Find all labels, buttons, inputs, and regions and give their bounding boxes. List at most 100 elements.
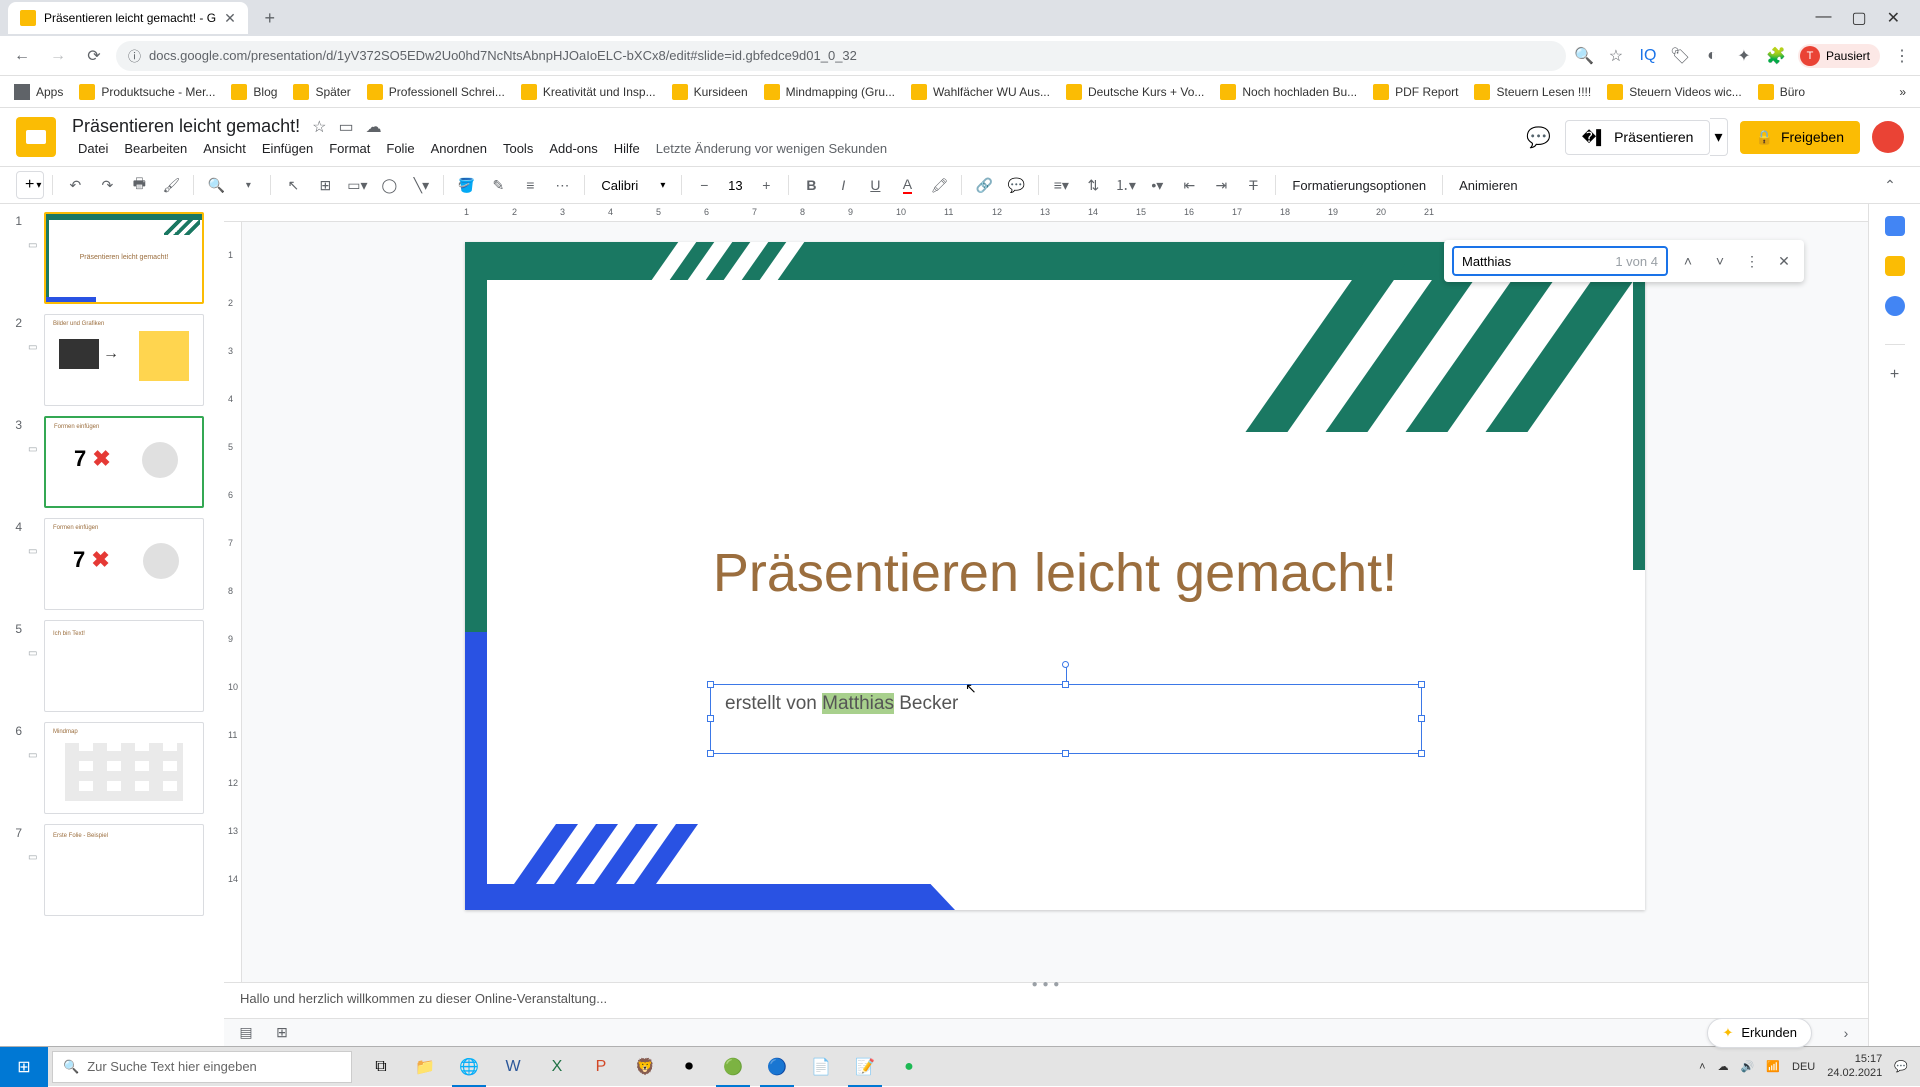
move-icon[interactable]: ▭	[338, 117, 353, 137]
bold-button[interactable]: B	[797, 171, 825, 199]
edge-icon[interactable]: 🔵	[756, 1047, 798, 1087]
menu-tools[interactable]: Tools	[497, 139, 539, 158]
menu-arrange[interactable]: Anordnen	[425, 139, 493, 158]
font-family-select[interactable]: Calibri▾	[593, 178, 673, 193]
bookmark-item[interactable]: Kreativität und Insp...	[515, 80, 662, 104]
image-tool[interactable]: ▭▾	[343, 171, 371, 199]
subtitle-text[interactable]: erstellt von Matthias Becker	[711, 685, 1421, 723]
obs-icon[interactable]: ⏺	[668, 1047, 710, 1087]
slide-thumbnail-1[interactable]: Präsentieren leicht gemacht!	[44, 212, 204, 304]
highlight-button[interactable]: 🖍	[925, 171, 953, 199]
zoom-button[interactable]: 🔍	[202, 171, 230, 199]
close-window-icon[interactable]: ✕	[1887, 8, 1900, 28]
bullet-list-button[interactable]: •▾	[1143, 171, 1171, 199]
text-color-button[interactable]: A	[893, 171, 921, 199]
filmstrip-view-icon[interactable]: ▤	[236, 1023, 256, 1043]
volume-icon[interactable]: 🔊	[1741, 1060, 1755, 1073]
browser-tab[interactable]: Präsentieren leicht gemacht! - G ✕	[8, 2, 248, 34]
account-avatar[interactable]	[1872, 121, 1904, 153]
rotate-handle[interactable]	[1062, 661, 1069, 668]
find-prev-button[interactable]: ˄	[1676, 249, 1700, 273]
zoom-icon[interactable]: 🔍	[1574, 46, 1594, 66]
redo-button[interactable]: ↷	[93, 171, 121, 199]
resize-handle[interactable]	[1418, 681, 1425, 688]
font-size-input[interactable]	[720, 178, 750, 193]
animate-button[interactable]: Animieren	[1451, 178, 1526, 193]
selected-textbox[interactable]: erstellt von Matthias Becker	[710, 684, 1422, 754]
add-addon-icon[interactable]: +	[1885, 365, 1905, 385]
profile-chip[interactable]: T Pausiert	[1798, 44, 1880, 68]
explorer-icon[interactable]: 📁	[404, 1047, 446, 1087]
bookmark-item[interactable]: Kursideen	[666, 80, 754, 104]
comment-button[interactable]: 💬	[1002, 171, 1030, 199]
language-indicator[interactable]: DEU	[1792, 1061, 1815, 1073]
slide-thumbnail-7[interactable]: Erste Folie - Beispiel	[44, 824, 204, 916]
numbered-list-button[interactable]: ⒈▾	[1111, 171, 1139, 199]
notepad-icon[interactable]: 📝	[844, 1047, 886, 1087]
star-icon[interactable]: ☆	[312, 117, 326, 137]
format-options-button[interactable]: Formatierungsoptionen	[1284, 178, 1434, 193]
notes-resize-grip[interactable]: ● ● ●	[1032, 979, 1061, 990]
bookmark-item[interactable]: Steuern Videos wic...	[1601, 80, 1748, 104]
resize-handle[interactable]	[707, 750, 714, 757]
align-button[interactable]: ≡▾	[1047, 171, 1075, 199]
line-tool[interactable]: ╲▾	[407, 171, 435, 199]
explore-button[interactable]: ✦Erkunden	[1707, 1018, 1812, 1048]
menu-insert[interactable]: Einfügen	[256, 139, 319, 158]
back-button[interactable]: ←	[8, 42, 36, 70]
bookmark-item[interactable]: Noch hochladen Bu...	[1214, 80, 1363, 104]
comments-icon[interactable]: 💬	[1525, 123, 1553, 151]
indent-increase-button[interactable]: ⇥	[1207, 171, 1235, 199]
slide-thumbnail-3[interactable]: Formen einfügen7 ✖	[44, 416, 204, 508]
extension-icon[interactable]: ◐	[1702, 46, 1722, 66]
slide-thumbnail-4[interactable]: Formen einfügen7 ✖	[44, 518, 204, 610]
font-size-decrease[interactable]: −	[690, 171, 718, 199]
bookmark-item[interactable]: Steuern Lesen !!!!	[1468, 80, 1597, 104]
word-icon[interactable]: W	[492, 1047, 534, 1087]
undo-button[interactable]: ↶	[61, 171, 89, 199]
link-button[interactable]: 🔗	[970, 171, 998, 199]
new-tab-button[interactable]: +	[256, 4, 284, 32]
calendar-icon[interactable]	[1885, 216, 1905, 236]
taskbar-search[interactable]: 🔍 Zur Suche Text hier eingeben	[52, 1051, 352, 1083]
resize-handle[interactable]	[1062, 681, 1069, 688]
slide-thumbnail-5[interactable]: Ich bin Text!	[44, 620, 204, 712]
slide-title-text[interactable]: Präsentieren leicht gemacht!	[465, 542, 1645, 604]
bookmark-item[interactable]: Deutsche Kurs + Vo...	[1060, 80, 1210, 104]
chevron-right-icon[interactable]: ›	[1836, 1023, 1856, 1043]
chrome-menu-icon[interactable]: ⋮	[1892, 46, 1912, 66]
forward-button[interactable]: →	[44, 42, 72, 70]
fill-color-button[interactable]: 🪣	[452, 171, 480, 199]
bookmark-item[interactable]: Professionell Schrei...	[361, 80, 511, 104]
line-spacing-button[interactable]: ⇅	[1079, 171, 1107, 199]
menu-format[interactable]: Format	[323, 139, 376, 158]
slide-thumbnail-2[interactable]: Bilder und Grafiken→	[44, 314, 204, 406]
bookmark-item[interactable]: Wahlfächer WU Aus...	[905, 80, 1056, 104]
collapse-toolbar-icon[interactable]: ⌃	[1876, 171, 1904, 199]
bookmark-star-icon[interactable]: ☆	[1606, 46, 1626, 66]
border-dash-button[interactable]: ⋯	[548, 171, 576, 199]
menu-file[interactable]: Datei	[72, 139, 114, 158]
find-input[interactable]: Matthias 1 von 4	[1452, 246, 1668, 276]
resize-handle[interactable]	[707, 681, 714, 688]
border-color-button[interactable]: ✎	[484, 171, 512, 199]
bookmark-item[interactable]: PDF Report	[1367, 80, 1464, 104]
resize-handle[interactable]	[1418, 750, 1425, 757]
share-button[interactable]: 🔒 Freigeben	[1740, 121, 1860, 154]
tasks-icon[interactable]	[1885, 296, 1905, 316]
paint-format-button[interactable]: 🖌	[157, 171, 185, 199]
bookmark-item[interactable]: Blog	[225, 80, 283, 104]
excel-icon[interactable]: X	[536, 1047, 578, 1087]
border-weight-button[interactable]: ≡	[516, 171, 544, 199]
notifications-icon[interactable]: 💬	[1894, 1060, 1908, 1073]
bookmarks-overflow[interactable]: »	[1893, 81, 1912, 103]
font-size-increase[interactable]: +	[752, 171, 780, 199]
select-tool[interactable]: ↖	[279, 171, 307, 199]
zoom-dropdown[interactable]: ▾	[234, 171, 262, 199]
extensions-icon[interactable]: 🧩	[1766, 46, 1786, 66]
grid-view-icon[interactable]: ⊞	[272, 1023, 292, 1043]
close-tab-icon[interactable]: ✕	[224, 10, 236, 27]
clock[interactable]: 15:17 24.02.2021	[1827, 1053, 1882, 1079]
present-button[interactable]: �▌ Präsentieren	[1565, 120, 1711, 155]
menu-slide[interactable]: Folie	[380, 139, 420, 158]
